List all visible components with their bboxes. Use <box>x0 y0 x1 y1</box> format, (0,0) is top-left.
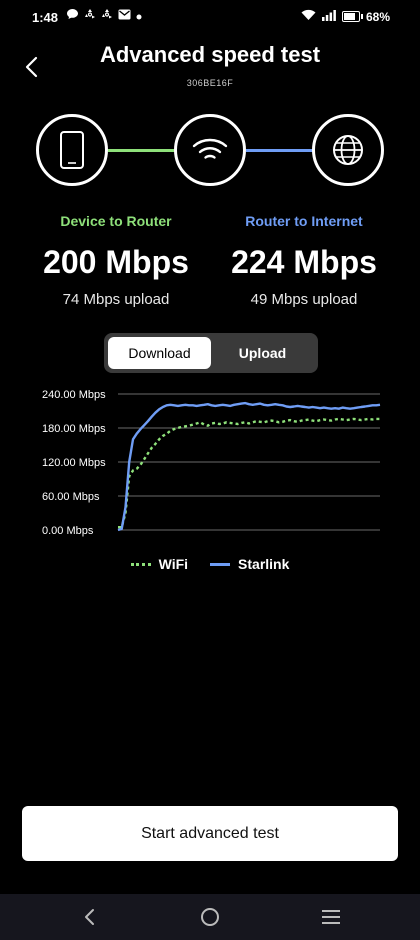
series-line-starlink <box>117 401 381 532</box>
back-nav-icon[interactable] <box>77 904 103 930</box>
dot-icon <box>136 9 142 23</box>
router-node <box>174 114 246 186</box>
chart-legend: WiFi Starlink <box>0 556 420 572</box>
page-title: Advanced speed test <box>99 42 321 67</box>
y-tick-label: 120.00 Mbps <box>42 457 106 469</box>
y-tick-label: 180.00 Mbps <box>42 423 106 435</box>
legend-starlink: Starlink <box>210 556 289 572</box>
globe-icon <box>333 135 363 165</box>
notification-icons <box>66 8 142 23</box>
router-to-internet-upload: 49 Mbps upload <box>250 291 358 308</box>
recycle-icon <box>101 8 113 23</box>
status-right: 68% <box>301 9 390 24</box>
internet-node <box>312 114 384 186</box>
device-node <box>36 114 108 186</box>
chat-bubble-icon <box>66 8 79 23</box>
wifi-icon <box>192 138 228 159</box>
home-nav-icon[interactable] <box>197 904 223 930</box>
phone-icon <box>60 131 84 169</box>
cell-signal-icon <box>321 9 336 24</box>
battery-icon <box>341 11 363 22</box>
start-advanced-test-button[interactable]: Start advanced test <box>22 806 398 861</box>
tab-download[interactable]: Download <box>108 337 211 369</box>
status-bar: 1:48 68% <box>0 0 420 36</box>
y-tick-label: 60.00 Mbps <box>42 491 100 503</box>
recycle-icon <box>84 8 96 23</box>
tab-upload[interactable]: Upload <box>211 337 314 369</box>
legend-wifi: WiFi <box>130 556 189 572</box>
device-to-router-upload: 74 Mbps upload <box>62 291 170 308</box>
mail-icon <box>118 9 131 23</box>
legend-starlink-label: Starlink <box>238 556 290 572</box>
battery-percent: 68% <box>365 9 390 24</box>
legend-wifi-swatch <box>130 562 151 566</box>
device-to-router-label: Device to Router <box>60 213 172 229</box>
router-to-internet-label: Router to Internet <box>245 213 363 229</box>
system-nav-bar <box>0 894 420 940</box>
legend-wifi-label: WiFi <box>158 556 189 572</box>
speed-chart: 0.00 Mbps 60.00 Mbps 120.00 Mbps 180.00 Mbp… <box>42 389 381 537</box>
wifi-signal-icon <box>301 9 316 24</box>
link-device-router <box>108 149 176 152</box>
legend-starlink-swatch <box>210 562 231 566</box>
router-to-internet-download: 224 Mbps <box>231 244 377 280</box>
y-tick-label: 240.00 Mbps <box>42 389 106 401</box>
link-router-internet <box>246 149 314 152</box>
direction-toggle: Download Upload <box>104 333 318 373</box>
device-to-router-download: 200 Mbps <box>43 244 189 280</box>
recents-nav-icon[interactable] <box>318 904 344 930</box>
y-tick-label: 0.00 Mbps <box>42 525 94 537</box>
series-line-wifi <box>118 417 380 529</box>
device-id: 306BE16F <box>186 78 234 88</box>
status-time: 1:48 <box>32 10 59 25</box>
